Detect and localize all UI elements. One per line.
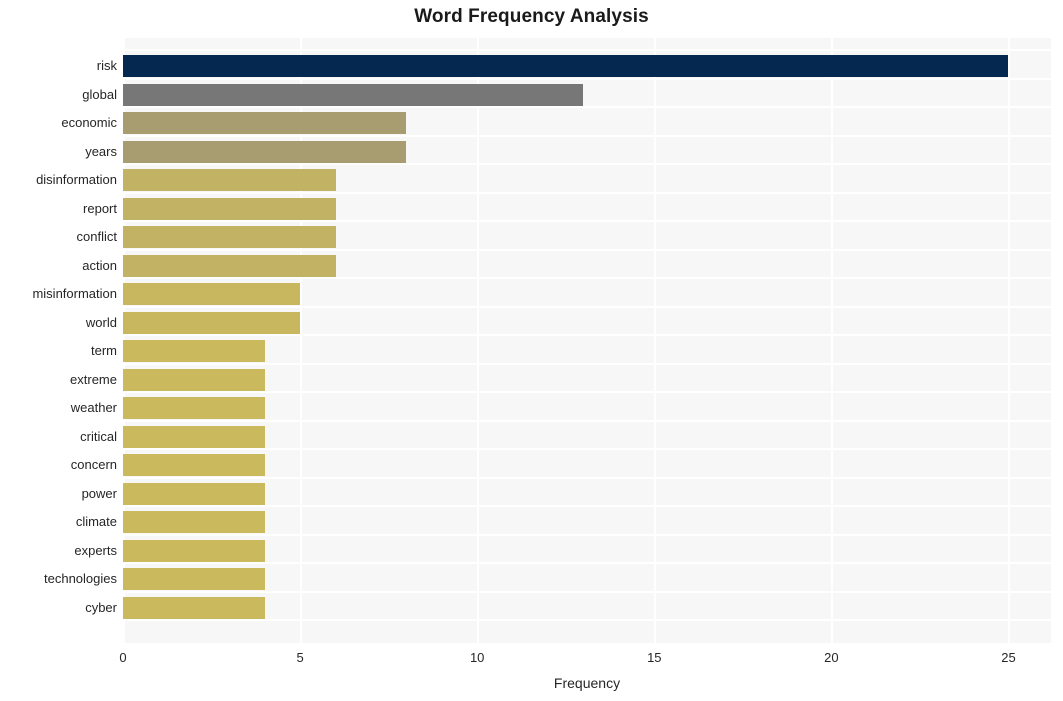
bar[interactable] [123, 311, 301, 334]
bar[interactable] [123, 169, 336, 191]
y-tick-label: action [82, 257, 117, 273]
bar[interactable] [123, 596, 265, 619]
gridline-vertical [477, 38, 480, 643]
bar[interactable] [123, 83, 584, 106]
bar[interactable] [123, 539, 265, 562]
y-tick-label: power [81, 485, 117, 501]
gridline-horizontal [123, 49, 1051, 51]
y-tick-label: term [91, 343, 117, 358]
gridline-horizontal [123, 619, 1051, 621]
gridline-vertical [1008, 38, 1011, 643]
gridline-horizontal [123, 590, 1051, 593]
bar[interactable] [123, 482, 265, 505]
y-tick-label: conflict [76, 229, 117, 244]
bar[interactable] [123, 197, 336, 220]
y-tick-label: critical [80, 428, 117, 444]
gridline-horizontal [123, 277, 1051, 279]
x-tick-label: 5 [296, 650, 304, 665]
y-tick-label: climate [75, 514, 117, 529]
bar[interactable] [123, 568, 265, 590]
y-tick-label: report [83, 200, 117, 216]
gridline-horizontal [123, 476, 1051, 479]
y-tick-label: experts [74, 542, 117, 558]
y-tick-label: risk [96, 58, 117, 73]
y-tick-label: technologies [44, 571, 117, 586]
chart-title: Word Frequency Analysis [414, 6, 649, 27]
bar[interactable] [123, 425, 265, 448]
gridline-vertical [831, 38, 834, 643]
bar[interactable] [123, 226, 336, 248]
y-tick-label: global [82, 86, 117, 102]
bar[interactable] [123, 140, 407, 163]
x-axis-title: Frequency [553, 675, 621, 691]
x-axis: 0 5 10 15 20 25 [0, 650, 1063, 670]
bar[interactable] [123, 397, 265, 419]
gridline-horizontal [123, 505, 1051, 507]
gridline-horizontal [123, 362, 1051, 365]
bar[interactable] [123, 454, 265, 476]
plot-area [123, 38, 1051, 643]
gridline-horizontal [123, 77, 1051, 80]
gridline-horizontal [123, 248, 1051, 251]
y-tick-label: weather [70, 400, 117, 415]
bar[interactable] [123, 283, 301, 305]
gridline-horizontal [123, 419, 1051, 422]
bar[interactable] [123, 55, 1009, 77]
bar[interactable] [123, 254, 336, 277]
y-tick-label: extreme [70, 371, 117, 387]
bar[interactable] [123, 368, 265, 391]
gridline-horizontal [123, 134, 1051, 137]
gridline-horizontal [123, 448, 1051, 450]
y-tick-label: world [85, 314, 117, 330]
gridline-horizontal [123, 191, 1051, 194]
x-tick-label: 10 [469, 650, 485, 665]
gridline-horizontal [123, 163, 1051, 165]
x-tick-label: 0 [119, 650, 127, 665]
y-tick-label: years [85, 143, 117, 159]
y-tick-label: economic [61, 115, 117, 130]
gridline-horizontal [123, 106, 1051, 108]
y-tick-label: misinformation [32, 286, 117, 301]
word-frequency-chart: Word Frequency Analysis risk global econom… [0, 0, 1063, 701]
bar[interactable] [123, 511, 265, 533]
gridline-horizontal [123, 533, 1051, 536]
y-axis: risk global economic years disinformation rep… [0, 38, 117, 643]
gridline-horizontal [123, 562, 1051, 564]
bar[interactable] [123, 340, 265, 362]
x-tick-label: 15 [647, 650, 662, 665]
y-tick-label: disinformation [36, 172, 117, 187]
bar[interactable] [123, 112, 407, 134]
gridline-horizontal [123, 334, 1051, 336]
x-tick-label: 20 [824, 650, 839, 665]
gridline-horizontal [123, 391, 1051, 393]
gridline-vertical [654, 38, 657, 643]
gridline-horizontal [123, 305, 1051, 308]
gridline-horizontal [123, 220, 1051, 222]
y-tick-label: concern [70, 457, 117, 472]
x-tick-label: 25 [1001, 650, 1016, 665]
y-tick-label: cyber [85, 599, 117, 615]
